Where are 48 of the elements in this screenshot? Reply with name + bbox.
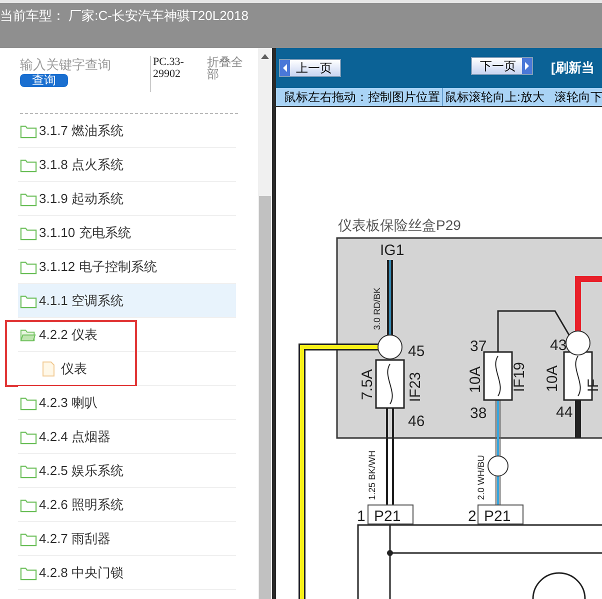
folder-icon [20,496,37,512]
scroll-up-icon[interactable] [261,54,269,59]
previous-page-button[interactable]: 上一页 [279,59,341,77]
tree-folder-item[interactable]: 4.1.1 空调系统 [18,284,236,318]
diagram-label: 43 [550,337,567,354]
tree-folder-item[interactable]: 4.2.3 喇叭 [18,386,236,420]
diagram-label: IF23 [407,372,424,402]
diagram-label: 46 [408,413,425,430]
folder-icon [20,258,37,274]
diagram-label: 10A [544,365,561,392]
diagram-label: 38 [470,405,487,422]
folder-icon [20,462,37,478]
folder-icon [20,394,37,410]
folder-icon [20,564,37,580]
diagram-label: IF19 [511,362,528,392]
diagram-label: 2.0 WH/BU [476,454,486,500]
diagram-label: 3.0 RD/BK [372,287,382,330]
folder-icon [20,292,37,308]
part-code: PC.33-29902 [150,56,202,92]
folder-icon [20,156,37,172]
folder-icon [20,122,37,138]
vehicle-model-title: 当前车型： 厂家:C-长安汽车神骐T20L2018 [0,7,250,25]
collapse-all-link[interactable]: 折叠全部 [207,56,251,80]
diagram-label: P21 [374,508,401,525]
document-icon [42,360,55,376]
next-page-button[interactable]: 下一页 [471,57,533,75]
folder-icon [20,224,37,240]
search-button[interactable]: 查询 [20,74,68,87]
scroll-thumb[interactable] [259,196,271,599]
hint-text: 滚轮向下 [554,89,602,106]
diagram-label: IG1 [380,242,404,259]
diagram-label: 10A [467,366,484,393]
diagram-label: 7.5A [359,369,376,400]
hint-text: 鼠标左右拖动：控制图片位置 [284,89,440,106]
hint-text: 鼠标滚轮向上:放大 [442,88,544,106]
folder-icon [20,190,37,206]
refresh-link[interactable]: [刷新当 [551,58,594,78]
scrollbar[interactable] [258,48,272,599]
diagram-label: 2 [468,508,476,525]
diagram-title: 仪表板保险丝盒P29 [338,217,461,233]
diagram-label: 45 [408,343,425,360]
diagram-label: 37 [470,338,487,355]
diagram-label: 44 [556,404,573,421]
diagram-label: 1.25 BK/WH [367,450,377,500]
folder-icon [20,530,37,546]
diagram-label: P21 [484,508,511,525]
diagram-label: 1 [357,508,366,525]
folder-icon [20,428,37,444]
